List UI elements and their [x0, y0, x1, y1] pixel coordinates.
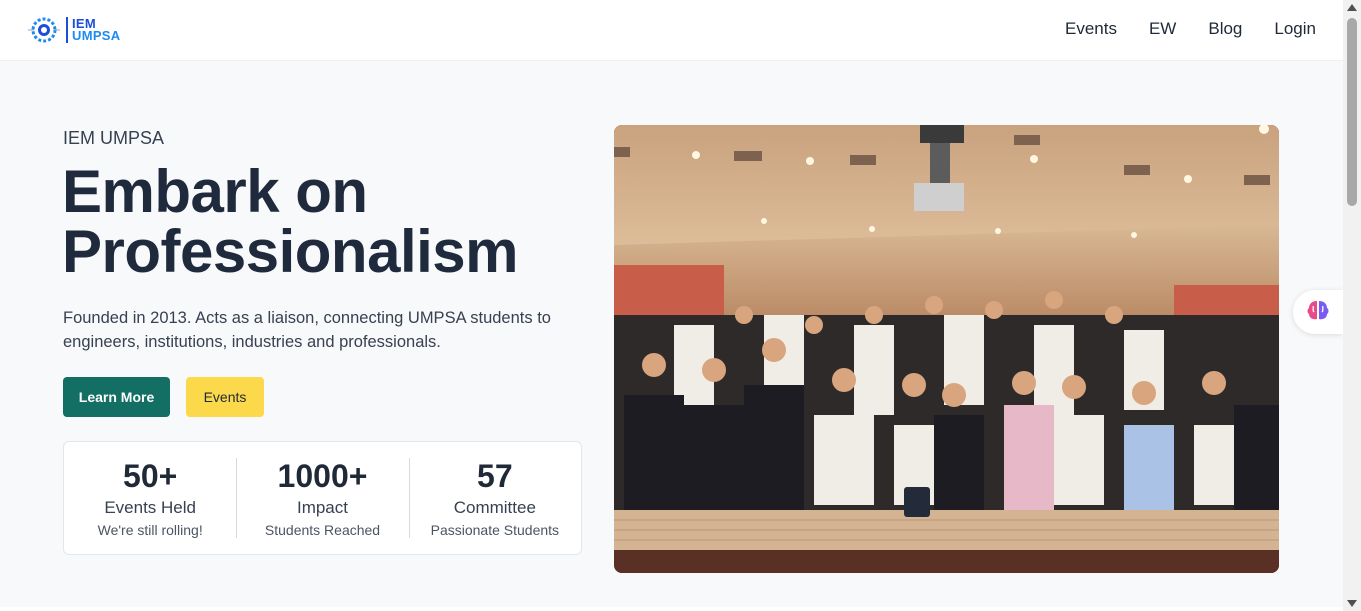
- logo-line2: UMPSA: [72, 28, 121, 43]
- brain-icon: [1305, 298, 1331, 327]
- hero-group-photo: [614, 125, 1279, 573]
- hero-headline: Embark on Professionalism: [62, 162, 519, 285]
- hero-eyebrow: IEM UMPSA: [63, 128, 165, 148]
- ai-assistant-button[interactable]: [1293, 290, 1343, 334]
- logo-text: IEM UMPSA: [72, 17, 121, 43]
- page-scrollbar[interactable]: [1343, 0, 1361, 611]
- headline-line2: Professionalism: [62, 218, 519, 285]
- nav-link-blog[interactable]: Blog: [1208, 19, 1242, 39]
- headline-line1: Embark on: [62, 158, 368, 225]
- events-button[interactable]: Events: [186, 377, 264, 417]
- stat-committee: 57 Committee Passionate Students: [408, 442, 581, 554]
- stat-events: 50+ Events Held We're still rolling!: [64, 442, 236, 554]
- stat-impact: 1000+ Impact Students Reached: [236, 442, 408, 554]
- stat-label: Events Held: [104, 498, 196, 517]
- site-logo[interactable]: IEM UMPSA: [26, 14, 120, 46]
- stat-label: Committee: [453, 498, 536, 517]
- hero-description: Founded in 2013. Acts as a liaison, conn…: [63, 309, 551, 351]
- scrollbar-thumb[interactable]: [1347, 18, 1357, 206]
- stat-value: 1000+: [277, 458, 368, 494]
- learn-more-button[interactable]: Learn More: [63, 377, 170, 417]
- section-divider: [0, 607, 1343, 611]
- nav-link-login[interactable]: Login: [1274, 19, 1316, 39]
- stat-label: Impact: [296, 498, 348, 517]
- stat-sub: Passionate Students: [430, 522, 560, 538]
- nav-links: Events EW Blog Login: [1033, 19, 1316, 39]
- stats-card: 50+ Events Held We're still rolling! 100…: [63, 441, 582, 555]
- nav-link-events[interactable]: Events: [1065, 19, 1117, 39]
- gear-icon: [26, 15, 62, 45]
- logo-divider: [66, 17, 68, 43]
- stat-sub: We're still rolling!: [97, 522, 203, 538]
- scroll-down-icon[interactable]: [1347, 600, 1357, 607]
- stat-sub: Students Reached: [264, 522, 381, 538]
- nav-link-ew[interactable]: EW: [1149, 19, 1176, 39]
- stat-value: 57: [477, 458, 513, 494]
- stat-value: 50+: [123, 458, 178, 494]
- group-photo-illustration: [614, 125, 1279, 573]
- navbar: IEM UMPSA Events EW Blog Login: [0, 0, 1343, 61]
- scroll-up-icon[interactable]: [1347, 4, 1357, 11]
